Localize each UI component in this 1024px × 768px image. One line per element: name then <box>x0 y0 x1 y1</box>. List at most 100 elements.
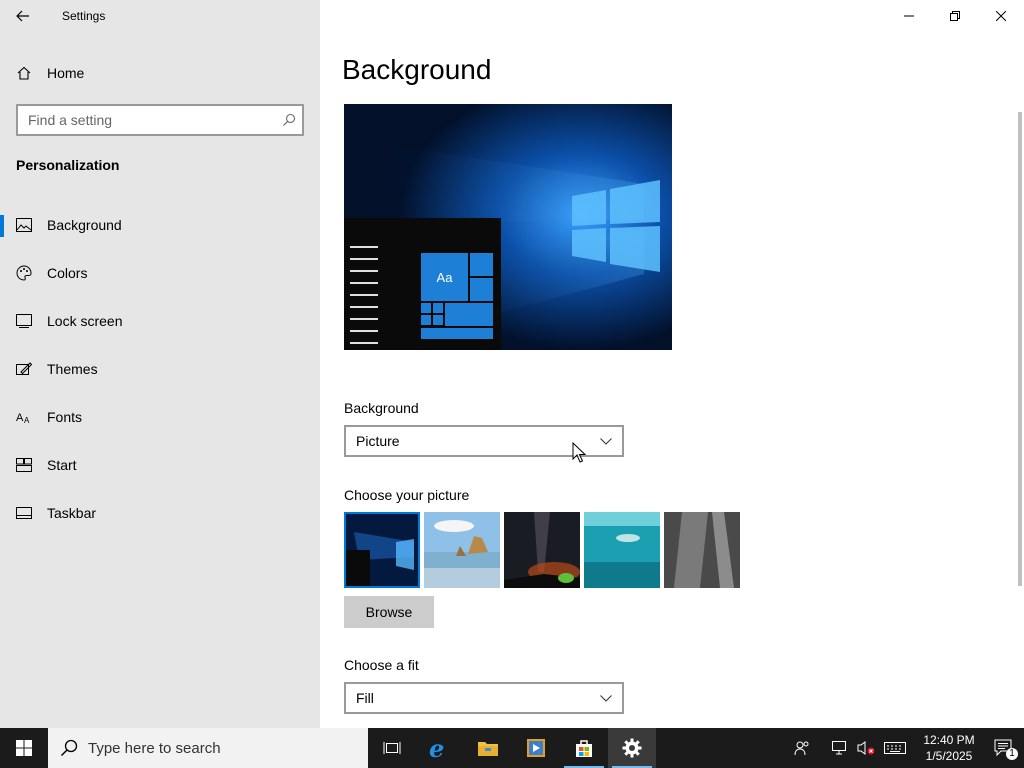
personalization-nav: Background Colors Lock screen Themes AA … <box>0 201 320 537</box>
windows-logo-icon <box>16 740 32 756</box>
sidebar-item-start[interactable]: Start <box>0 441 320 489</box>
taskbar-search-box[interactable] <box>48 728 368 768</box>
choose-fit-label: Choose a fit <box>344 657 419 673</box>
sidebar-item-colors[interactable]: Colors <box>0 249 320 297</box>
volume-button[interactable] <box>854 728 878 768</box>
sidebar-item-label: Background <box>47 217 122 233</box>
file-explorer-app[interactable] <box>464 728 512 768</box>
home-link[interactable]: Home <box>16 58 84 88</box>
beach-rocks-thumbnail <box>424 512 500 588</box>
lock-screen-icon <box>16 313 32 329</box>
settings-app[interactable] <box>608 728 656 768</box>
task-view-button[interactable] <box>368 728 416 768</box>
volume-muted-icon <box>857 741 875 755</box>
sidebar-item-label: Fonts <box>47 409 83 425</box>
section-title: Personalization <box>16 157 120 173</box>
thumbnail-underwater[interactable] <box>584 512 660 588</box>
store-app[interactable] <box>560 728 608 768</box>
chevron-down-icon <box>600 694 612 702</box>
restore-button[interactable] <box>932 0 978 32</box>
search-icon[interactable] <box>276 113 302 127</box>
task-view-icon <box>383 742 401 754</box>
picture-icon <box>16 217 32 233</box>
content-scrollbar[interactable] <box>1018 112 1022 586</box>
store-icon <box>576 740 592 757</box>
people-icon <box>794 741 809 756</box>
sidebar-item-themes[interactable]: Themes <box>0 345 320 393</box>
sidebar-item-label: Colors <box>47 265 88 281</box>
night-sky-thumbnail <box>504 512 580 588</box>
back-button[interactable] <box>0 0 46 32</box>
sidebar-item-fonts[interactable]: AA Fonts <box>0 393 320 441</box>
page-title: Background <box>342 54 492 85</box>
sidebar-item-label: Start <box>47 457 77 473</box>
window-controls <box>886 0 1024 32</box>
app-title: Settings <box>62 9 106 23</box>
taskbar-search-input[interactable] <box>88 739 368 757</box>
network-button[interactable] <box>828 728 852 768</box>
start-menu-preview: Aa <box>344 218 501 350</box>
preview-tile-aa: Aa <box>420 252 469 302</box>
clock-date: 1/5/2025 <box>925 749 973 763</box>
app-list-preview <box>350 246 378 350</box>
thumbnail-windows-wallpaper[interactable] <box>344 512 420 588</box>
sidebar-item-lock-screen[interactable]: Lock screen <box>0 297 320 345</box>
media-player-icon <box>527 739 545 757</box>
media-player-app[interactable] <box>512 728 560 768</box>
notification-count-badge: 1 <box>1006 748 1018 760</box>
restore-icon <box>950 11 960 21</box>
svg-text:A: A <box>16 412 24 424</box>
sidebar-item-label: Lock screen <box>47 313 123 329</box>
clock-time: 12:40 PM <box>923 733 975 747</box>
fit-value: Fill <box>356 690 374 706</box>
fonts-icon: AA <box>16 409 32 425</box>
edge-app[interactable]: e <box>416 728 464 768</box>
background-type-value: Picture <box>356 433 400 449</box>
fit-dropdown[interactable]: Fill <box>344 682 624 714</box>
sidebar-item-background[interactable]: Background <box>0 201 320 249</box>
thumbnail-rock-face[interactable] <box>664 512 740 588</box>
taskbar: e 12:40 PM 1/5/2025 <box>0 728 1024 768</box>
background-label: Background <box>344 400 419 416</box>
sidebar-item-label: Taskbar <box>47 505 97 521</box>
thumbnail-beach-rocks[interactable] <box>424 512 500 588</box>
find-setting-search[interactable] <box>16 104 304 136</box>
search-icon <box>60 739 78 757</box>
people-button[interactable] <box>790 728 814 768</box>
keyboard-button[interactable] <box>880 728 910 768</box>
clock[interactable]: 12:40 PM 1/5/2025 <box>914 732 984 764</box>
title-bar: Settings <box>0 0 320 32</box>
windows-wallpaper-thumbnail <box>344 512 420 588</box>
taskbar-icon <box>16 505 32 521</box>
underwater-thumbnail <box>584 512 660 588</box>
choose-picture-label: Choose your picture <box>344 487 470 503</box>
picture-thumbnails <box>344 512 740 588</box>
back-arrow-icon <box>16 10 29 22</box>
browse-button[interactable]: Browse <box>344 596 434 628</box>
minimize-icon <box>904 15 914 17</box>
settings-icon <box>622 738 642 758</box>
tiles-preview: Aa <box>420 252 494 340</box>
mouse-cursor-icon <box>572 442 586 463</box>
close-button[interactable] <box>978 0 1024 32</box>
system-tray: 12:40 PM 1/5/2025 1 <box>788 728 1024 768</box>
settings-sidebar: Settings Home Personalization Background… <box>0 0 320 728</box>
palette-icon <box>16 265 32 281</box>
start-icon <box>16 457 32 473</box>
home-label: Home <box>47 65 85 81</box>
edge-icon: e <box>429 736 444 760</box>
file-explorer-icon <box>478 742 498 756</box>
touch-keyboard-icon <box>884 742 906 754</box>
find-setting-input[interactable] <box>18 112 276 128</box>
home-icon <box>16 65 32 81</box>
start-button[interactable] <box>0 728 48 768</box>
chevron-down-icon <box>600 437 612 445</box>
minimize-button[interactable] <box>886 0 932 32</box>
rock-face-thumbnail <box>664 512 740 588</box>
themes-icon <box>16 361 32 377</box>
sidebar-item-taskbar[interactable]: Taskbar <box>0 489 320 537</box>
network-icon <box>832 741 846 755</box>
sidebar-item-label: Themes <box>47 361 98 377</box>
action-center-button[interactable]: 1 <box>984 728 1024 768</box>
thumbnail-night-sky[interactable] <box>504 512 580 588</box>
